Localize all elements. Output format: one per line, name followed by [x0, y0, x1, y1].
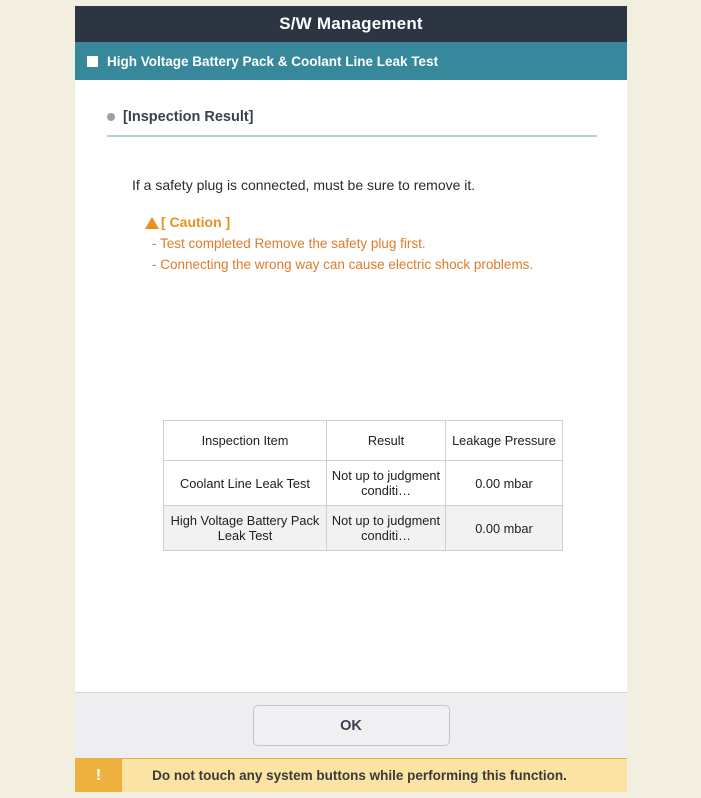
table-header-row: Inspection Item Result Leakage Pressure — [163, 420, 563, 461]
column-header-result: Result — [326, 420, 446, 461]
window-title-bar: S/W Management — [75, 6, 627, 42]
caution-line-2: - Connecting the wrong way can cause ele… — [152, 257, 534, 272]
cell-leakage-pressure: 0.00 mbar — [445, 460, 563, 506]
cell-result: Not up to judgment conditi… — [326, 460, 446, 506]
notice-text: Do not touch any system buttons while pe… — [152, 768, 567, 783]
caution-title-row: [ Caution ] — [145, 214, 627, 230]
caution-title-label: [ Caution ] — [161, 214, 231, 230]
main-content: [Inspection Result] If a safety plug is … — [75, 80, 627, 692]
ok-button[interactable]: OK — [252, 705, 450, 746]
caution-line-1: - Test completed Remove the safety plug … — [152, 236, 426, 251]
square-bullet-icon — [87, 55, 98, 67]
cell-leakage-pressure: 0.00 mbar — [445, 505, 563, 551]
dot-bullet-icon — [107, 113, 115, 121]
section-title: [Inspection Result] — [123, 109, 254, 125]
function-header-label: High Voltage Battery Pack & Coolant Line… — [107, 53, 439, 69]
table-row: High Voltage Battery Pack Leak Test Not … — [163, 505, 563, 551]
caution-block: [ Caution ] - Test completed Remove the … — [145, 214, 627, 272]
cell-inspection-item: High Voltage Battery Pack Leak Test — [163, 505, 327, 551]
column-header-inspection-item: Inspection Item — [163, 420, 327, 461]
column-header-leakage-pressure: Leakage Pressure — [445, 420, 563, 461]
exclamation-icon: ! — [75, 759, 122, 792]
inspection-result-table: Inspection Item Result Leakage Pressure … — [163, 420, 563, 551]
intro-text: If a safety plug is connected, must be s… — [132, 177, 476, 193]
warning-triangle-icon — [145, 217, 159, 229]
cell-inspection-item: Coolant Line Leak Test — [163, 460, 327, 506]
table-row: Coolant Line Leak Test Not up to judgmen… — [163, 460, 563, 506]
application-window: S/W Management High Voltage Battery Pack… — [75, 6, 627, 792]
action-bar: OK — [75, 692, 627, 758]
function-header: High Voltage Battery Pack & Coolant Line… — [75, 42, 627, 80]
section-divider — [107, 135, 597, 137]
cell-result: Not up to judgment conditi… — [326, 505, 446, 551]
notice-bar: ! Do not touch any system buttons while … — [75, 758, 627, 792]
page-title: S/W Management — [279, 14, 423, 33]
inspection-result-heading: [Inspection Result] — [107, 109, 627, 125]
